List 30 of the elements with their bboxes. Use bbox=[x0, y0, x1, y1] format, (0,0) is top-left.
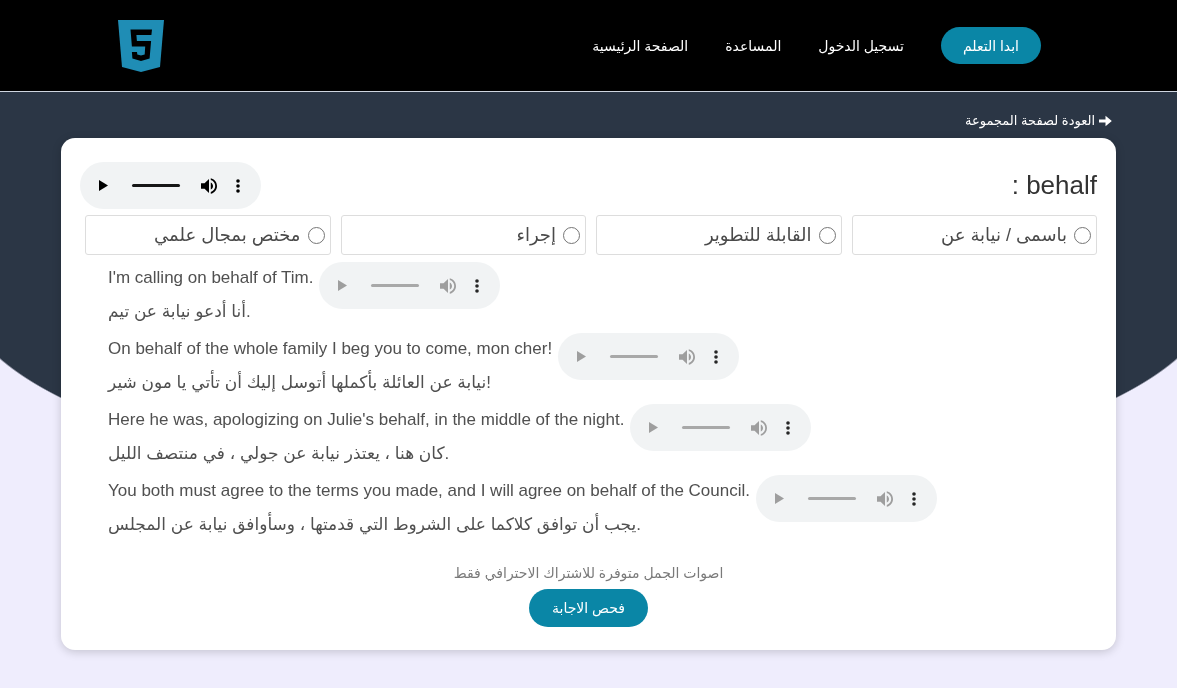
nav-link[interactable]: تسجيل الدخول bbox=[818, 37, 904, 54]
answer-option[interactable]: باسمى / نيابة عن bbox=[851, 215, 1097, 255]
radio-button[interactable] bbox=[563, 226, 580, 244]
progress-track[interactable] bbox=[132, 184, 180, 187]
start-learning-button[interactable]: ابدا التعلم bbox=[941, 27, 1041, 64]
question-word: behalf : bbox=[1011, 170, 1097, 201]
subscription-note: اصوات الجمل متوفرة للاشتراك الاحترافي فقط bbox=[453, 565, 724, 581]
answer-option[interactable]: القابلة للتطوير bbox=[596, 215, 842, 255]
nav-link[interactable]: الصفحة الرئيسية bbox=[592, 37, 689, 54]
example-sentence: You both must agree to the terms you made, and I will agree on behalf of the Council. bbox=[108, 480, 750, 502]
example-sentence: I'm calling on behalf of Tim. bbox=[108, 267, 314, 289]
shield-logo-icon[interactable] bbox=[118, 19, 164, 72]
arrow-right-icon bbox=[1099, 115, 1112, 127]
radio-button[interactable] bbox=[1074, 226, 1091, 244]
example-sentence: Here he was, apologizing on Julie's behalf, in the middle of the night. bbox=[108, 409, 625, 431]
check-answer-button[interactable]: فحص الاجابة bbox=[529, 589, 648, 627]
radio-button[interactable] bbox=[307, 226, 325, 244]
play-icon[interactable] bbox=[99, 180, 108, 191]
translation-text: يجب أن توافق كلاكما على الشروط التي قدمتها ، وسأوافق نيابة عن المجلس. bbox=[108, 508, 642, 542]
back-link[interactable]: العودة لصفحة المجموعة bbox=[965, 113, 1112, 129]
more-options-icon[interactable] bbox=[236, 178, 240, 193]
answer-option[interactable]: مختص بمجال علمي bbox=[85, 215, 331, 255]
radio-button[interactable] bbox=[818, 226, 836, 244]
volume-icon[interactable] bbox=[201, 177, 217, 194]
translation-text: نيابة عن العائلة بأكملها أتوسل إليك أن تأتي يا مون شير! bbox=[108, 366, 491, 400]
answer-option[interactable]: إجراء bbox=[340, 215, 586, 255]
translation-text: كان هنا ، يعتذر نيابة عن جولي ، في منتصف الليل. bbox=[108, 443, 450, 466]
example-sentence: On behalf of the whole family I beg you to come, mon cher! bbox=[108, 338, 553, 360]
nav-link[interactable]: المساعدة bbox=[725, 37, 782, 54]
translation-text: أنا أدعو نيابة عن تيم. bbox=[108, 299, 251, 323]
